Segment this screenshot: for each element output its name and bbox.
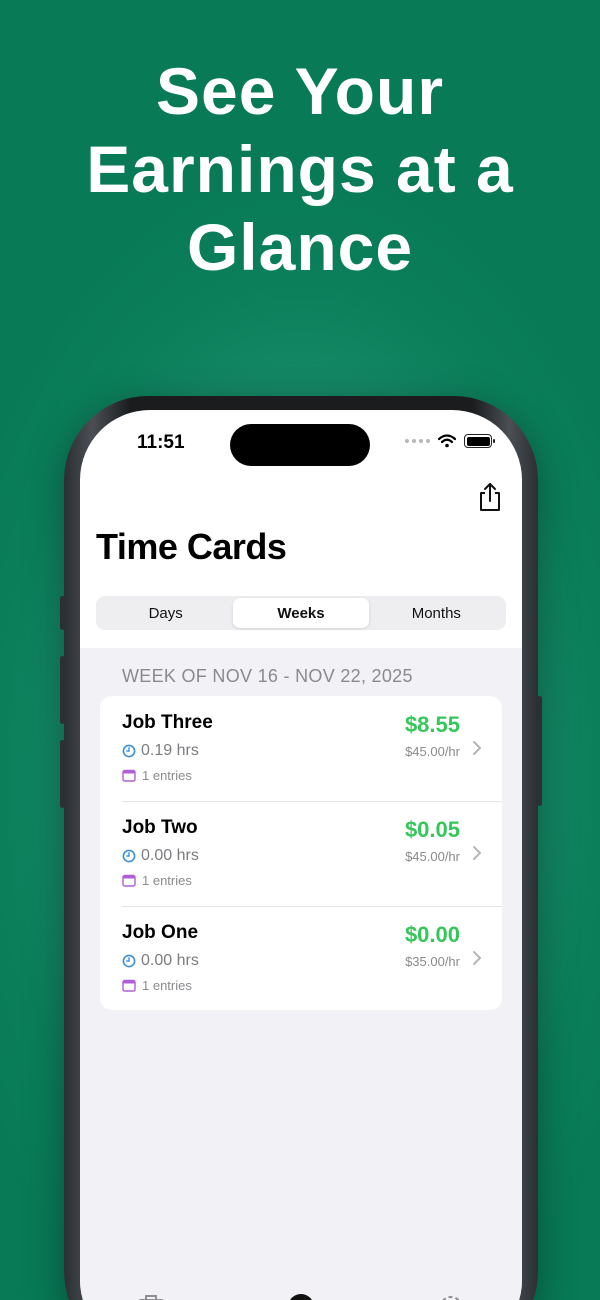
volume-down-button [60,740,65,808]
job-row[interactable]: Job Two 0.00 hrs 1 entries $0.05 $45.00/… [100,801,502,906]
dynamic-island [230,424,370,466]
job-hours-value: 0.19 hrs [141,742,199,759]
cellular-signal-icon [405,439,430,443]
job-name: Job Two [122,817,198,838]
add-tab-icon[interactable] [286,1292,316,1300]
job-amount: $0.05 [404,817,460,842]
clock-icon [122,849,136,863]
gear-tab-icon[interactable] [436,1292,466,1300]
job-hours: 0.00 hrs [122,847,199,865]
job-hours-value: 0.00 hrs [141,952,199,969]
calendar-icon [122,769,136,782]
job-entries-value: 1 entries [142,873,192,888]
job-entries: 1 entries [122,768,192,783]
job-entries: 1 entries [122,873,192,888]
chevron-right-icon [473,951,481,965]
marketing-headline: See Your Earnings at a Glance [0,52,600,286]
clock-icon [122,954,136,968]
job-amount: $8.55 [404,712,460,737]
calendar-icon [122,874,136,887]
job-amount: $0.00 [404,922,460,947]
chevron-right-icon [473,741,481,755]
status-time: 11:51 [137,432,185,453]
wifi-icon [438,434,456,448]
status-icons [405,434,495,448]
power-button [537,696,542,806]
time-cards-list: WEEK OF NOV 16 - NOV 22, 2025 Job Three … [80,648,522,1300]
job-entries: 1 entries [122,978,192,993]
clock-icon [122,744,136,758]
headline-line-3: Glance [186,210,414,284]
period-segmented-control: Days Weeks Months [96,596,506,630]
job-row[interactable]: Job Three 0.19 hrs 1 entries $8.55 $45.0… [100,696,502,801]
segment-days[interactable]: Days [98,598,233,628]
jobs-card: Job Three 0.19 hrs 1 entries $8.55 $45.0… [100,696,502,1010]
job-name: Job One [122,922,199,943]
job-entries-value: 1 entries [142,978,192,993]
page-title: Time Cards [96,526,287,567]
segment-weeks[interactable]: Weeks [233,598,369,628]
briefcase-tab-icon[interactable] [136,1292,166,1300]
phone-screen: 11:51 Time Cards Days Weeks Months WEEK … [80,410,522,1300]
mute-switch [60,596,65,630]
job-entries-value: 1 entries [142,768,192,783]
job-rate: $45.00/hr [405,744,460,759]
battery-icon [464,434,495,448]
phone-frame: 11:51 Time Cards Days Weeks Months WEEK … [60,396,542,1300]
job-hours-value: 0.00 hrs [141,847,199,864]
job-rate: $45.00/hr [405,849,460,864]
job-row[interactable]: Job One 0.00 hrs 1 entries $0.00 $35.00/… [100,906,502,1010]
section-header: WEEK OF NOV 16 - NOV 22, 2025 [122,666,413,686]
job-hours: 0.00 hrs [122,952,199,970]
job-hours: 0.19 hrs [122,742,199,760]
volume-up-button [60,656,65,724]
headline-line-1: See Your [155,54,445,128]
segment-months[interactable]: Months [369,598,504,628]
share-icon[interactable] [476,482,504,512]
calendar-icon [122,979,136,992]
job-rate: $35.00/hr [405,954,460,969]
job-name: Job Three [122,712,213,733]
headline-line-2: Earnings at a [86,132,514,206]
chevron-right-icon [473,846,481,860]
